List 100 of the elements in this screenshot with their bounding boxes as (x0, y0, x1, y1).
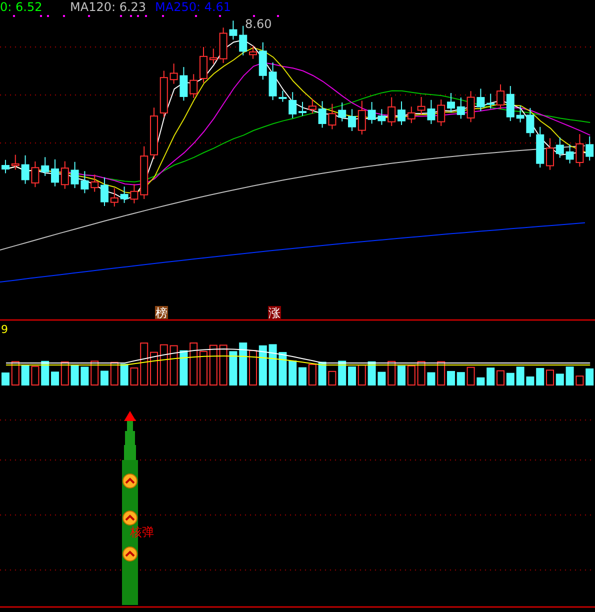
volume-bar (239, 342, 248, 386)
volume-bar (160, 344, 168, 386)
volume-bar (358, 364, 366, 386)
candlestick (41, 156, 50, 176)
candlestick (21, 154, 30, 184)
volume-bar (190, 342, 198, 386)
candlestick (80, 170, 89, 194)
volume-bar (120, 364, 128, 386)
candlestick (348, 108, 356, 132)
volume-bar (378, 372, 386, 386)
volume-bar (60, 361, 69, 386)
candlestick (388, 96, 396, 126)
candlestick (437, 99, 446, 126)
volume-bar (180, 350, 188, 386)
volume-bar (506, 372, 514, 386)
candlestick (209, 48, 218, 64)
candlestick (556, 136, 564, 158)
volume-bar (150, 352, 158, 386)
volume-bar (200, 350, 208, 386)
event-badge-label: 榜 (156, 306, 168, 320)
volume-bar (318, 362, 326, 386)
candlestick (526, 107, 534, 138)
volume-bar (170, 345, 178, 386)
candlestick (466, 90, 475, 123)
candlestick (239, 25, 248, 56)
candlestick (476, 88, 485, 112)
candlestick (150, 107, 158, 160)
volume-bar (546, 370, 554, 386)
volume-bar (556, 374, 564, 386)
candlestick (51, 158, 59, 187)
volume-bar (100, 370, 108, 386)
candlestick (90, 174, 99, 192)
volume-bar (31, 366, 40, 386)
candlestick (456, 97, 465, 120)
moving-average-legend: MA120: 6.23 (70, 0, 146, 14)
volume-bar (526, 376, 534, 386)
candlestick (100, 176, 108, 206)
volume-bar (486, 368, 495, 386)
volume-label: 9 (1, 323, 8, 336)
volume-bar (249, 350, 257, 386)
candlestick (447, 92, 455, 113)
candlestick (368, 102, 376, 124)
volume-bar (110, 362, 118, 386)
candlestick (496, 84, 504, 110)
volume-bar (51, 372, 59, 386)
volume-bar (427, 372, 436, 386)
candlestick (11, 154, 20, 170)
candlestick (120, 186, 128, 204)
volume-bar (41, 360, 50, 386)
candlestick (576, 134, 584, 168)
candlestick (546, 138, 554, 170)
volume-bar (466, 366, 475, 386)
volume-bar (70, 364, 79, 386)
candlestick (378, 108, 386, 126)
volume-bar (308, 364, 316, 386)
candlestick (130, 184, 138, 204)
candlestick (31, 160, 40, 188)
event-badge-label: 涨 (268, 306, 280, 320)
candlestick (249, 45, 257, 60)
volume-bar (140, 342, 148, 386)
candlestick (298, 101, 306, 116)
volume-bar (348, 366, 356, 386)
candlestick (308, 98, 316, 114)
volume-bar (268, 344, 277, 386)
candlestick (338, 102, 346, 122)
volume-bar (209, 344, 218, 386)
volume-bar (298, 367, 306, 386)
volume-bar (398, 366, 406, 386)
volume-bar (586, 368, 594, 386)
candlestick (417, 96, 426, 115)
volume-bar (388, 360, 396, 386)
volume-bar (130, 367, 138, 386)
volume-bar (368, 361, 376, 386)
candlestick (229, 20, 238, 40)
candlestick (278, 90, 287, 102)
volume-bar (516, 366, 524, 386)
candlestick (398, 100, 406, 126)
volume-bar (11, 361, 20, 386)
volume-bar (80, 366, 89, 386)
volume-bar (288, 360, 297, 386)
candlestick (486, 93, 495, 110)
volume-bar (456, 372, 465, 386)
candlestick (70, 161, 79, 189)
volume-bar (229, 351, 238, 386)
volume-bar (338, 360, 346, 386)
candlestick (170, 63, 178, 84)
volume-bar (407, 365, 416, 386)
volume-bar (258, 345, 267, 386)
candlestick (586, 136, 594, 162)
candlestick (160, 70, 168, 118)
candlestick (506, 85, 514, 122)
volume-bar (278, 352, 287, 386)
candlestick (358, 100, 366, 135)
candlestick (140, 146, 148, 200)
candlestick (60, 160, 69, 190)
candlestick (190, 74, 198, 98)
candlestick (536, 126, 544, 168)
candlestick (516, 105, 524, 123)
candlestick (288, 92, 297, 119)
candlestick (328, 103, 336, 130)
